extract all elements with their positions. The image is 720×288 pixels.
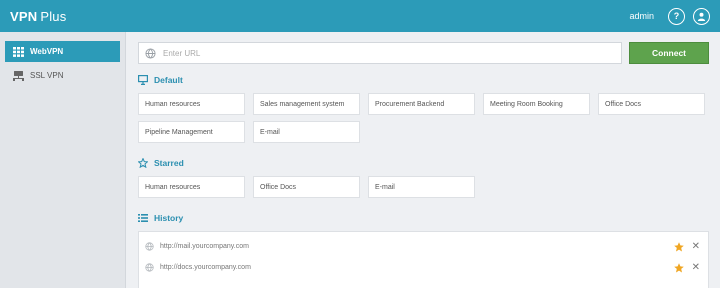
- bookmark-tile[interactable]: Human resources: [138, 93, 245, 115]
- star-icon[interactable]: [673, 262, 684, 273]
- help-button[interactable]: ?: [668, 7, 685, 25]
- bookmark-tile[interactable]: E-mail: [368, 176, 475, 198]
- section-default-header: Default: [138, 74, 709, 85]
- top-bar: VPN Plus admin ?: [0, 0, 720, 32]
- history-url[interactable]: http://mail.yourcompany.com: [160, 243, 674, 250]
- globe-icon: [145, 242, 154, 251]
- list-icon: [138, 213, 148, 222]
- close-icon[interactable]: ✕: [692, 241, 700, 252]
- star-icon[interactable]: [673, 241, 684, 252]
- app-logo: VPN Plus: [10, 9, 66, 24]
- globe-icon: [145, 263, 154, 272]
- bookmark-tile[interactable]: Pipeline Management: [138, 121, 245, 143]
- sidebar-item-webvpn[interactable]: WebVPN: [5, 41, 120, 62]
- default-tiles: Human resources Sales management system …: [138, 93, 709, 143]
- app-title-bold: VPN: [10, 8, 38, 24]
- star-outline-icon: [138, 157, 148, 168]
- history-item: http://mail.yourcompany.com ✕: [139, 236, 708, 257]
- user-menu-button[interactable]: [693, 7, 710, 25]
- globe-icon: [145, 47, 156, 59]
- history-item: http://docs.yourcompany.com ✕: [139, 257, 708, 278]
- starred-tiles: Human resources Office Docs E-mail: [138, 176, 709, 198]
- monitor-icon: [138, 74, 148, 85]
- grid-icon: [12, 46, 24, 57]
- bookmark-tile[interactable]: Office Docs: [598, 93, 705, 115]
- username-label[interactable]: admin: [629, 11, 654, 21]
- header-actions: admin ?: [629, 7, 710, 25]
- app-title-light: Plus: [40, 8, 67, 24]
- bookmark-tile[interactable]: Sales management system: [253, 93, 360, 115]
- sidebar-item-label: WebVPN: [30, 47, 64, 56]
- url-field[interactable]: [138, 42, 622, 64]
- bookmark-tile[interactable]: E-mail: [253, 121, 360, 143]
- section-starred-header: Starred: [138, 157, 709, 168]
- section-title: History: [154, 212, 184, 223]
- connect-button[interactable]: Connect: [629, 42, 709, 64]
- section-history-header: History: [138, 212, 709, 223]
- user-icon: [697, 12, 706, 21]
- sidebar-item-label: SSL VPN: [30, 71, 64, 80]
- bookmark-tile[interactable]: Office Docs: [253, 176, 360, 198]
- sidebar: WebVPN SSL VPN: [0, 32, 126, 288]
- url-input[interactable]: [163, 48, 621, 58]
- bookmark-tile[interactable]: Meeting Room Booking: [483, 93, 590, 115]
- close-icon[interactable]: ✕: [692, 262, 700, 273]
- section-title: Default: [154, 74, 183, 85]
- main-content: Connect Default Human resources Sales ma…: [126, 32, 720, 288]
- bookmark-tile[interactable]: Human resources: [138, 176, 245, 198]
- network-icon: [12, 70, 24, 81]
- history-url[interactable]: http://docs.yourcompany.com: [160, 264, 674, 271]
- help-icon: ?: [673, 11, 680, 21]
- history-list: http://mail.yourcompany.com ✕ http://doc…: [138, 231, 709, 288]
- bookmark-tile[interactable]: Procurement Backend: [368, 93, 475, 115]
- section-title: Starred: [154, 157, 184, 168]
- url-bar: Connect: [138, 42, 709, 64]
- sidebar-item-ssl-vpn[interactable]: SSL VPN: [5, 65, 120, 86]
